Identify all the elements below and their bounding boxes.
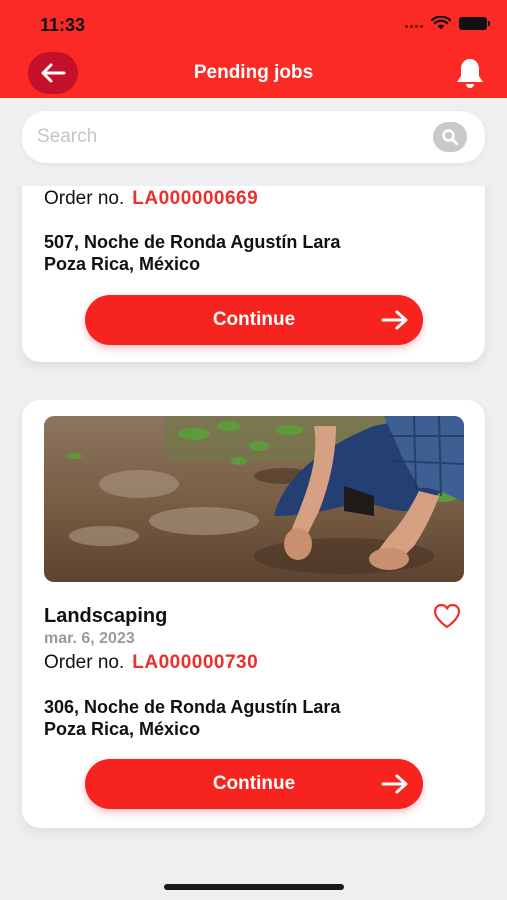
jobs-list[interactable]: Order no. LA000000669 507, Noche de Ronda…	[0, 186, 507, 900]
job-address: 306, Noche de Ronda Agustín Lara Poza Ri…	[44, 696, 340, 740]
header-bar: 11:33 Pending jobs	[0, 0, 507, 98]
page-title: Pending jobs	[193, 62, 314, 83]
favorite-heart-icon[interactable]	[433, 603, 461, 629]
job-card: Landscaping mar. 6, 2023 Order no. LA0000…	[22, 400, 485, 828]
order-number-row: Order no. LA000000669	[44, 188, 258, 210]
address-line-1: 507, Noche de Ronda Agustín Lara	[44, 232, 341, 252]
order-number: LA000000669	[132, 188, 259, 209]
job-address: 507, Noche de Ronda Agustín Lara Poza Ri…	[44, 231, 340, 275]
wifi-icon	[431, 16, 451, 30]
arrow-right-icon	[375, 300, 415, 340]
home-indicator[interactable]	[164, 884, 344, 890]
continue-button-label: Continue	[212, 309, 296, 330]
address-line-1: 306, Noche de Ronda Agustín Lara	[44, 697, 341, 717]
search-bar	[22, 111, 485, 163]
search-icon[interactable]	[433, 122, 467, 152]
job-title: Landscaping	[44, 605, 168, 627]
continue-button-label: Continue	[212, 773, 296, 794]
order-label: Order no.	[44, 652, 125, 673]
continue-button[interactable]: Continue	[85, 295, 423, 345]
address-line-2: Poza Rica, México	[44, 254, 201, 274]
status-time: 11:33	[40, 15, 86, 35]
order-number-row: Order no. LA000000730	[44, 652, 258, 674]
job-photo	[44, 416, 464, 582]
address-line-2: Poza Rica, México	[44, 719, 201, 739]
order-label: Order no.	[44, 188, 125, 209]
order-number: LA000000730	[132, 652, 259, 673]
cellular-signal-icon	[405, 18, 423, 28]
status-icons	[405, 16, 490, 30]
continue-button[interactable]: Continue	[85, 759, 423, 809]
arrow-right-icon	[375, 764, 415, 804]
search-input[interactable]	[37, 123, 417, 151]
notifications-bell-icon[interactable]	[453, 56, 487, 90]
battery-icon	[459, 16, 490, 30]
job-date: mar. 6, 2023	[44, 630, 135, 647]
job-card: Order no. LA000000669 507, Noche de Ronda…	[22, 186, 485, 362]
